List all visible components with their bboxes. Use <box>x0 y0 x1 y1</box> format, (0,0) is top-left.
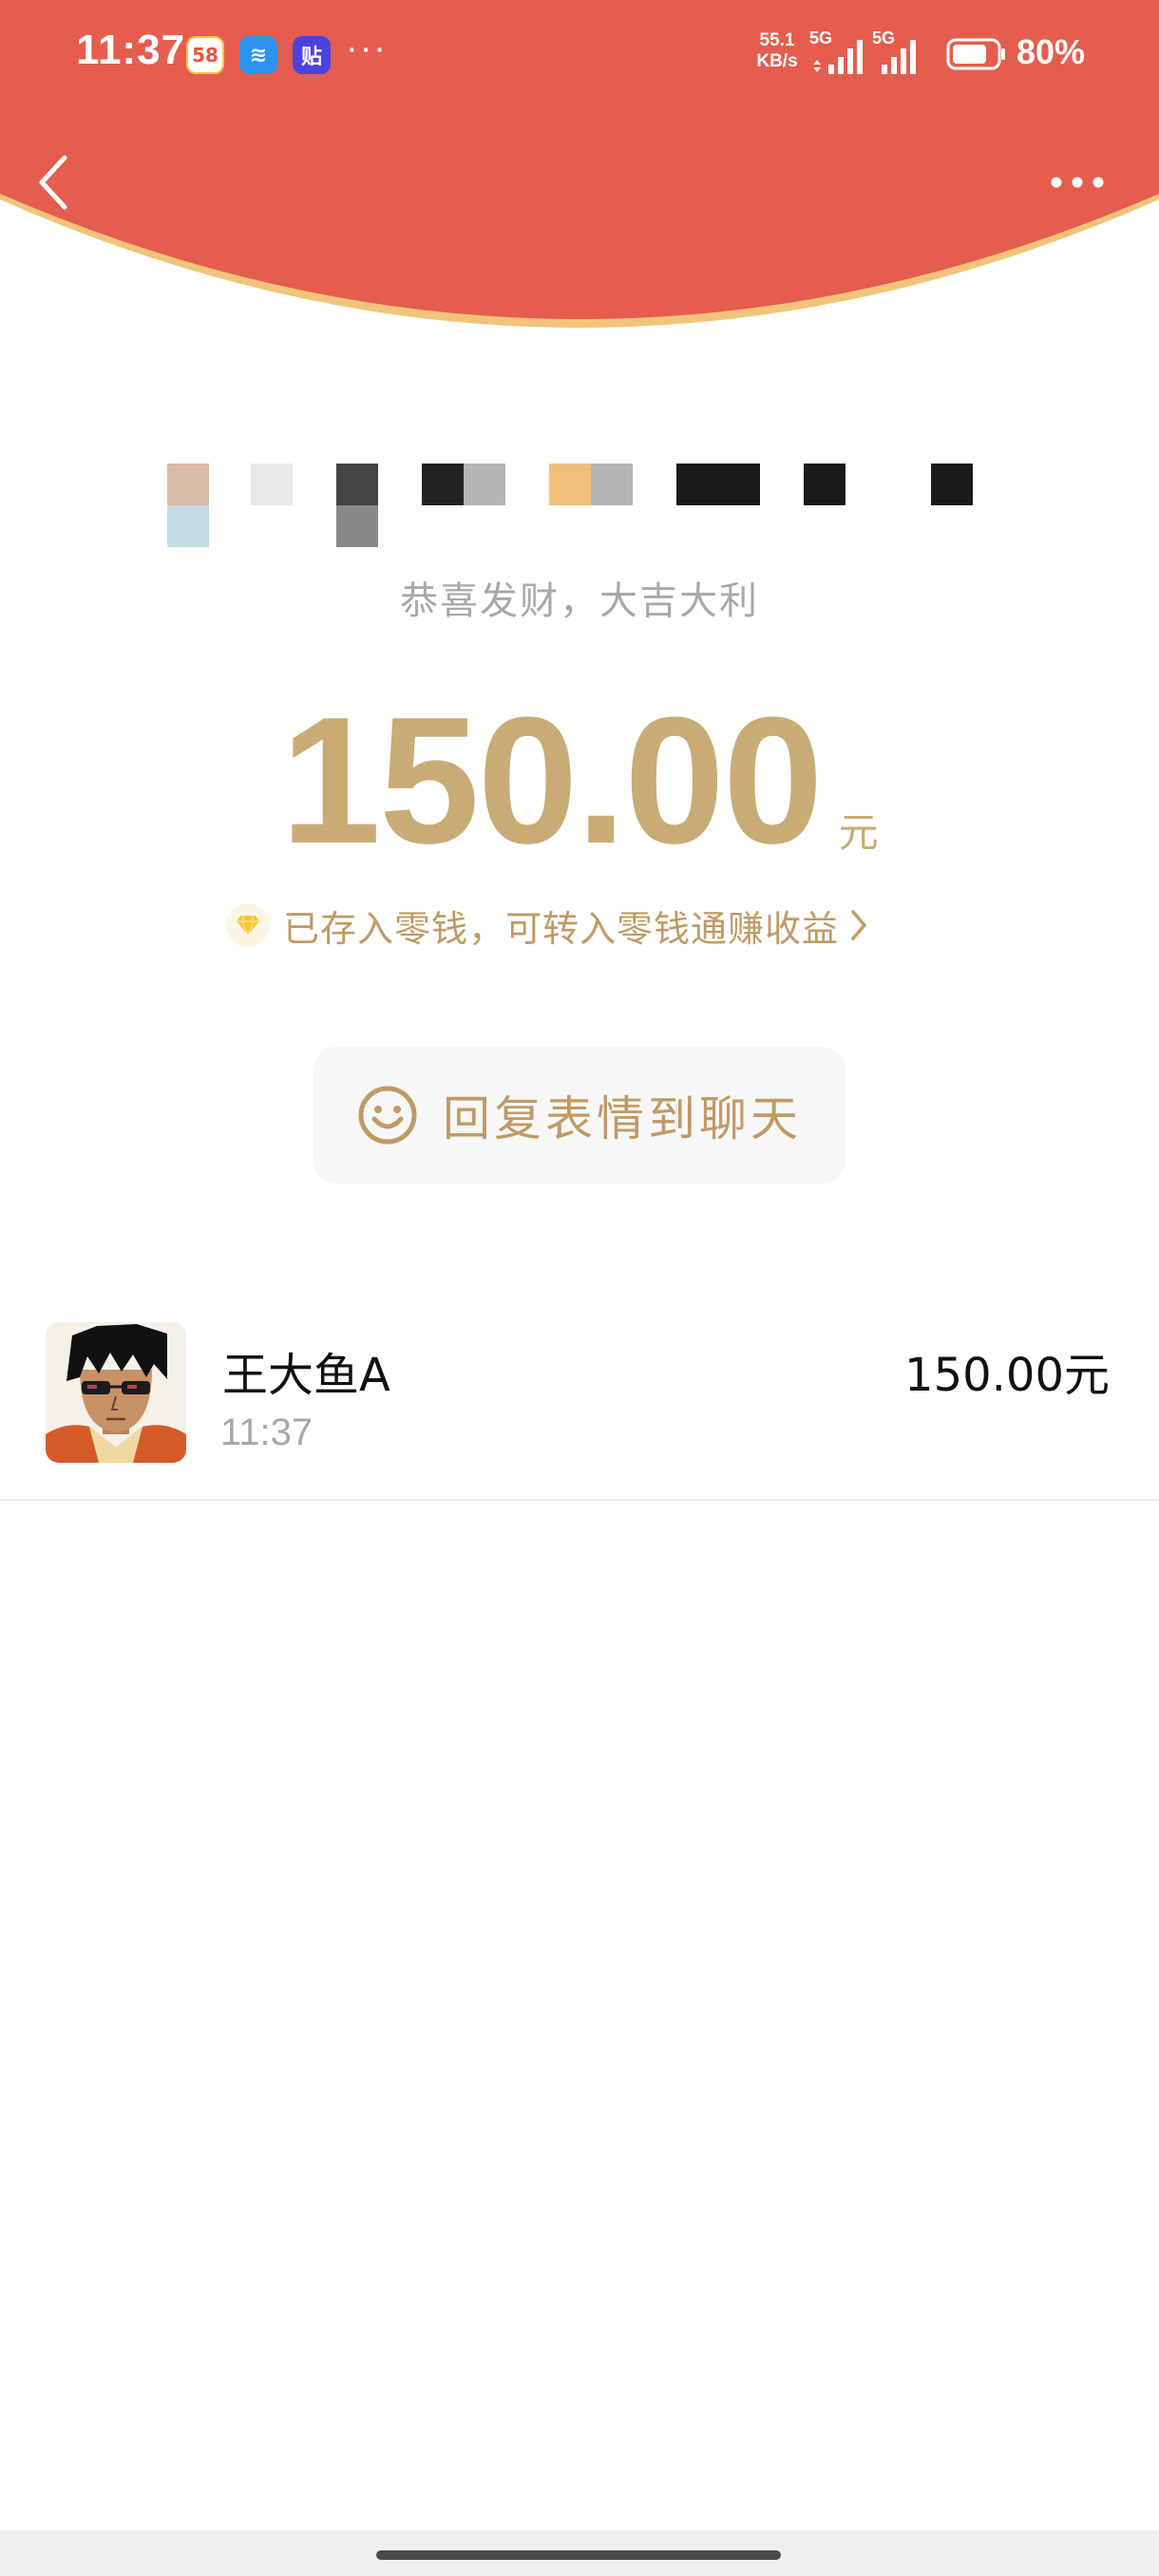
chevron-right-icon <box>851 910 866 940</box>
amount-unit: 元 <box>838 809 879 856</box>
amount-value: 150.00 <box>280 680 823 881</box>
change-notice-text: 已存入零钱，可转入零钱通赚收益 <box>283 907 840 950</box>
gesture-handle[interactable] <box>376 2550 781 2560</box>
wifi-app-icon: ≋ <box>239 36 277 74</box>
diamond-icon <box>226 903 270 947</box>
signal-bars-icon <box>882 40 916 74</box>
battery-icon <box>946 38 1005 70</box>
battery-percent: 80% <box>1016 32 1086 71</box>
avatar[interactable] <box>46 1322 186 1463</box>
app-58-icon: 58 <box>186 36 224 74</box>
row-divider <box>0 1499 1159 1501</box>
cartoon-avatar-icon <box>46 1322 186 1463</box>
smile-icon <box>358 1086 417 1145</box>
change-notice-link[interactable]: 已存入零钱，可转入零钱通赚收益 <box>226 897 869 954</box>
recipient-amount: 150.00元 <box>904 1349 1110 1402</box>
reply-sticker-button[interactable]: 回复表情到聊天 <box>314 1047 846 1184</box>
network-speed-value: 55.1 <box>759 30 795 50</box>
amount-display: 150.00 元 <box>0 686 1159 876</box>
status-more-icon: ··· <box>346 28 388 68</box>
more-horizontal-icon <box>1051 177 1104 188</box>
more-button[interactable] <box>1047 163 1108 201</box>
chevron-left-icon <box>39 155 67 210</box>
signal-bars-icon <box>813 40 863 74</box>
tieba-app-icon: 贴 <box>293 36 331 74</box>
network-speed-unit: KB/s <box>756 51 798 71</box>
recipient-time: 11:37 <box>220 1411 314 1453</box>
network-speed: 55.1 KB/s <box>749 30 806 72</box>
sender-name-redacted <box>167 464 975 551</box>
greeting-text: 恭喜发财，大吉大利 <box>400 579 759 623</box>
navigation-bar <box>0 2530 1159 2576</box>
status-time: 11:37 <box>76 27 186 73</box>
recipient-name: 王大鱼A <box>222 1349 390 1402</box>
recipient-row[interactable]: 王大鱼A 11:37 150.00元 <box>0 1313 1159 1499</box>
back-button[interactable] <box>32 150 74 215</box>
status-bar: 11:37 58 ≋ 贴 ··· 55.1 KB/s 5G 5G 80% <box>0 0 1159 114</box>
reply-label: 回复表情到聊天 <box>443 1091 802 1146</box>
